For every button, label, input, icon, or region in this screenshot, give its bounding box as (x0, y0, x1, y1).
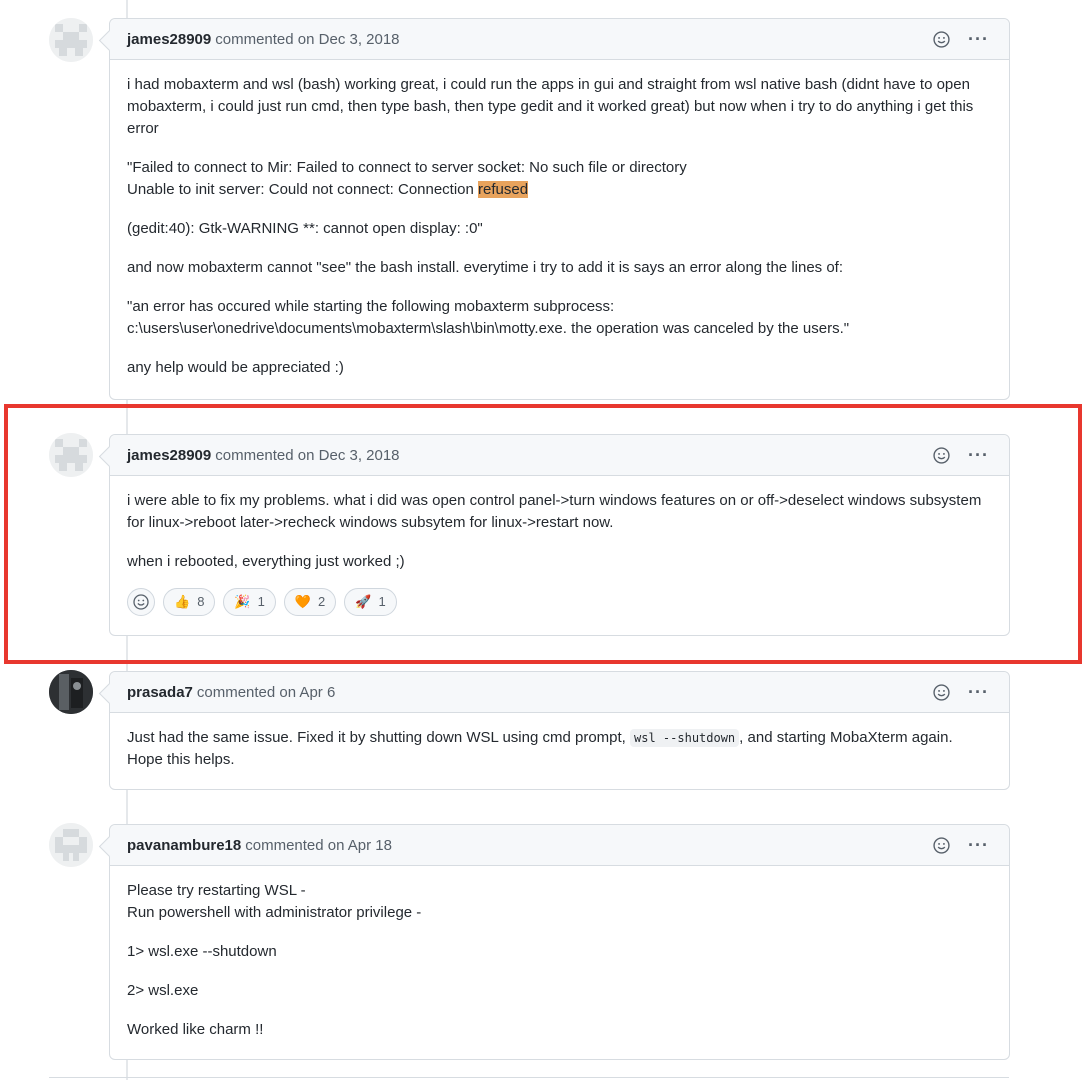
comment-timestamp[interactable]: commented on Apr 6 (197, 684, 335, 701)
add-reaction-icon[interactable] (933, 30, 950, 48)
comment-header: prasada7 commented on Apr 6 ··· (110, 672, 1009, 713)
add-reaction-icon[interactable] (933, 683, 950, 701)
comment-timestamp[interactable]: commented on Dec 3, 2018 (215, 31, 399, 48)
author-link[interactable]: pavanambure18 (127, 837, 241, 854)
divider (49, 1077, 1009, 1078)
comment-box: prasada7 commented on Apr 6 ··· Just had… (109, 671, 1010, 790)
comment-paragraph: i had mobaxterm and wsl (bash) working g… (127, 76, 974, 137)
highlight-frame (4, 404, 1082, 664)
error-line: "Failed to connect to Mir: Failed to con… (127, 159, 687, 176)
comment-text: Please try restarting WSL - (127, 882, 306, 899)
comment-box: james28909 commented on Dec 3, 2018 ··· … (109, 18, 1010, 400)
avatar[interactable] (49, 18, 93, 62)
comment-body: Just had the same issue. Fixed it by shu… (110, 713, 1009, 787)
more-options-icon[interactable]: ··· (968, 683, 989, 701)
error-line: "an error has occured while starting the… (127, 298, 615, 315)
author-link[interactable]: james28909 (127, 31, 211, 48)
error-line: c:\users\user\onedrive\documents\mobaxte… (127, 320, 850, 337)
inline-code: wsl --shutdown (630, 729, 740, 747)
comment-timestamp[interactable]: commented on Apr 18 (245, 837, 392, 854)
more-options-icon[interactable]: ··· (968, 836, 989, 854)
more-options-icon[interactable]: ··· (968, 30, 989, 48)
comment-paragraph: 2> wsl.exe (127, 982, 199, 999)
comment-paragraph: (gedit:40): Gtk-WARNING **: cannot open … (127, 220, 483, 237)
comment-header: james28909 commented on Dec 3, 2018 ··· (110, 19, 1009, 60)
comment-body: Please try restarting WSL - Run powershel… (110, 866, 1009, 1057)
comment-text: Just had the same issue. Fixed it by shu… (127, 729, 631, 746)
comment-paragraph: 1> wsl.exe --shutdown (127, 943, 277, 960)
comment-paragraph: Worked like charm !! (127, 1021, 264, 1038)
search-highlight: refused (478, 181, 529, 198)
avatar[interactable] (49, 823, 93, 867)
comment-box: pavanambure18 commented on Apr 18 ··· Pl… (109, 824, 1010, 1060)
avatar[interactable] (49, 670, 93, 714)
comment-paragraph: "Failed to connect to Mir: Failed to con… (127, 157, 992, 201)
comment-paragraph: "an error has occured while starting the… (127, 296, 992, 340)
author-link[interactable]: prasada7 (127, 684, 193, 701)
comment-paragraph: Just had the same issue. Fixed it by shu… (127, 727, 992, 771)
comment-text: Run powershell with administrator privil… (127, 904, 422, 921)
comment-paragraph: Please try restarting WSL - Run powershel… (127, 880, 992, 924)
comment-paragraph: any help would be appreciated :) (127, 359, 344, 376)
error-line: Unable to init server: Could not connect… (127, 181, 479, 198)
comment-body: i had mobaxterm and wsl (bash) working g… (110, 60, 1009, 395)
add-reaction-icon[interactable] (933, 836, 950, 854)
comment-header: pavanambure18 commented on Apr 18 ··· (110, 825, 1009, 866)
comment-paragraph: and now mobaxterm cannot "see" the bash … (127, 259, 844, 276)
